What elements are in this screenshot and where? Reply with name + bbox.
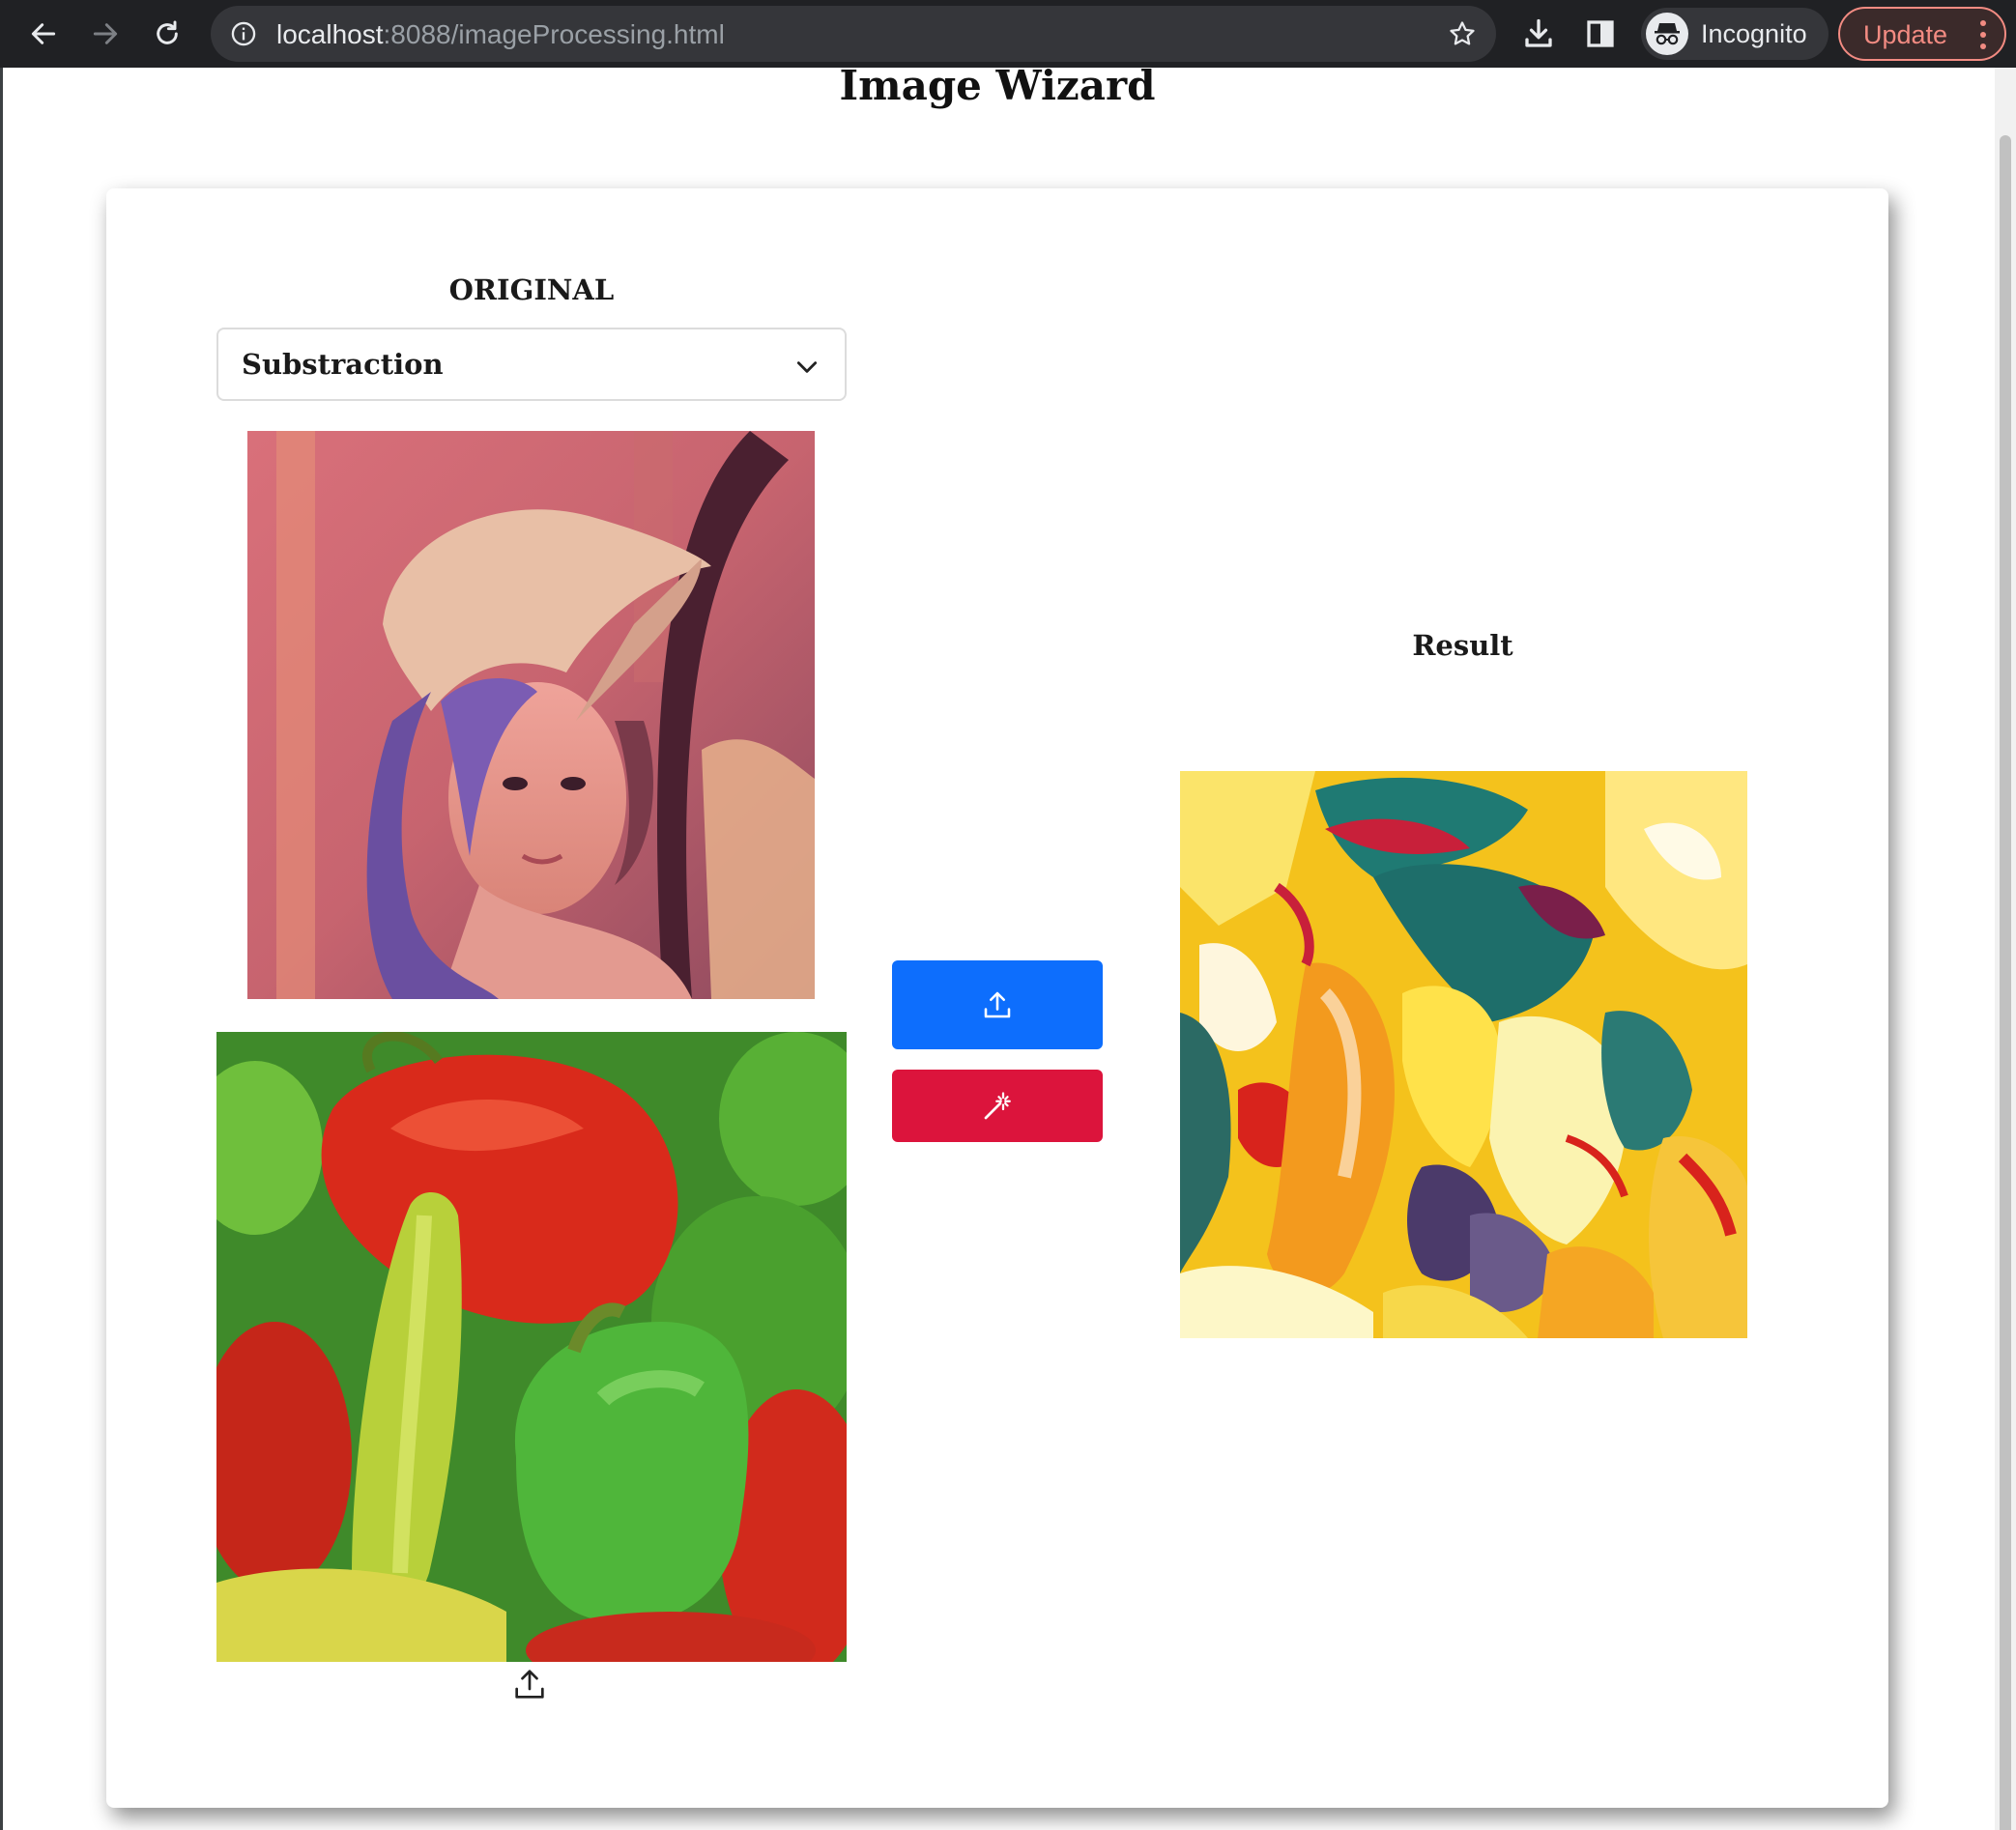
reload-button[interactable]: [147, 14, 187, 54]
download-icon[interactable]: [1521, 16, 1556, 51]
upload-icon: [984, 991, 1011, 1018]
original-image-2[interactable]: [216, 1032, 847, 1662]
browser-toolbar: localhost:8088/imageProcessing.html Inco…: [0, 0, 2016, 68]
url-host: localhost: [276, 19, 384, 49]
incognito-label: Incognito: [1701, 19, 1807, 48]
forward-icon: [93, 23, 118, 44]
update-button[interactable]: Update: [1838, 7, 2006, 61]
chevron-down-icon: [796, 361, 818, 373]
operation-select[interactable]: Substraction: [216, 328, 847, 401]
update-label: Update: [1863, 20, 1948, 49]
url-text: localhost:8088/imageProcessing.html: [276, 19, 725, 50]
page-title: Image Wizard: [839, 62, 1156, 109]
more-icon[interactable]: [1979, 18, 1987, 51]
vertical-scrollbar[interactable]: [1995, 68, 2016, 1830]
back-icon: [31, 23, 56, 44]
portrait-image: [247, 431, 815, 999]
info-icon[interactable]: [230, 20, 257, 47]
result-image[interactable]: [1180, 771, 1747, 1338]
original-image-1[interactable]: [247, 431, 815, 999]
side-panel-icon[interactable]: [1583, 16, 1618, 51]
address-bar[interactable]: localhost:8088/imageProcessing.html: [211, 6, 1496, 62]
process-magic-button[interactable]: [892, 1070, 1103, 1142]
window-edge: [0, 68, 3, 1830]
wizard-card: ORIGINAL Substraction Result: [106, 188, 1888, 1808]
star-icon[interactable]: [1448, 19, 1477, 48]
original-label: ORIGINAL: [448, 273, 615, 306]
back-button[interactable]: [23, 14, 64, 54]
incognito-avatar: [1646, 13, 1688, 55]
reload-icon: [157, 20, 178, 44]
upload-button[interactable]: [892, 960, 1103, 1049]
incognito-badge[interactable]: Incognito: [1641, 8, 1829, 60]
url-path: :8088/imageProcessing.html: [383, 19, 725, 49]
magic-wand-icon: [984, 1091, 1011, 1119]
scrollbar-thumb[interactable]: [2000, 135, 2011, 1830]
result-processed-image: [1180, 771, 1747, 1338]
result-label: Result: [1412, 629, 1513, 662]
operation-selected-value: Substraction: [242, 348, 444, 381]
peppers-image: [216, 1032, 847, 1662]
incognito-icon: [1655, 23, 1680, 45]
upload-second-image-button[interactable]: [510, 1665, 549, 1703]
upload-icon: [515, 1670, 544, 1699]
forward-button[interactable]: [85, 14, 126, 54]
